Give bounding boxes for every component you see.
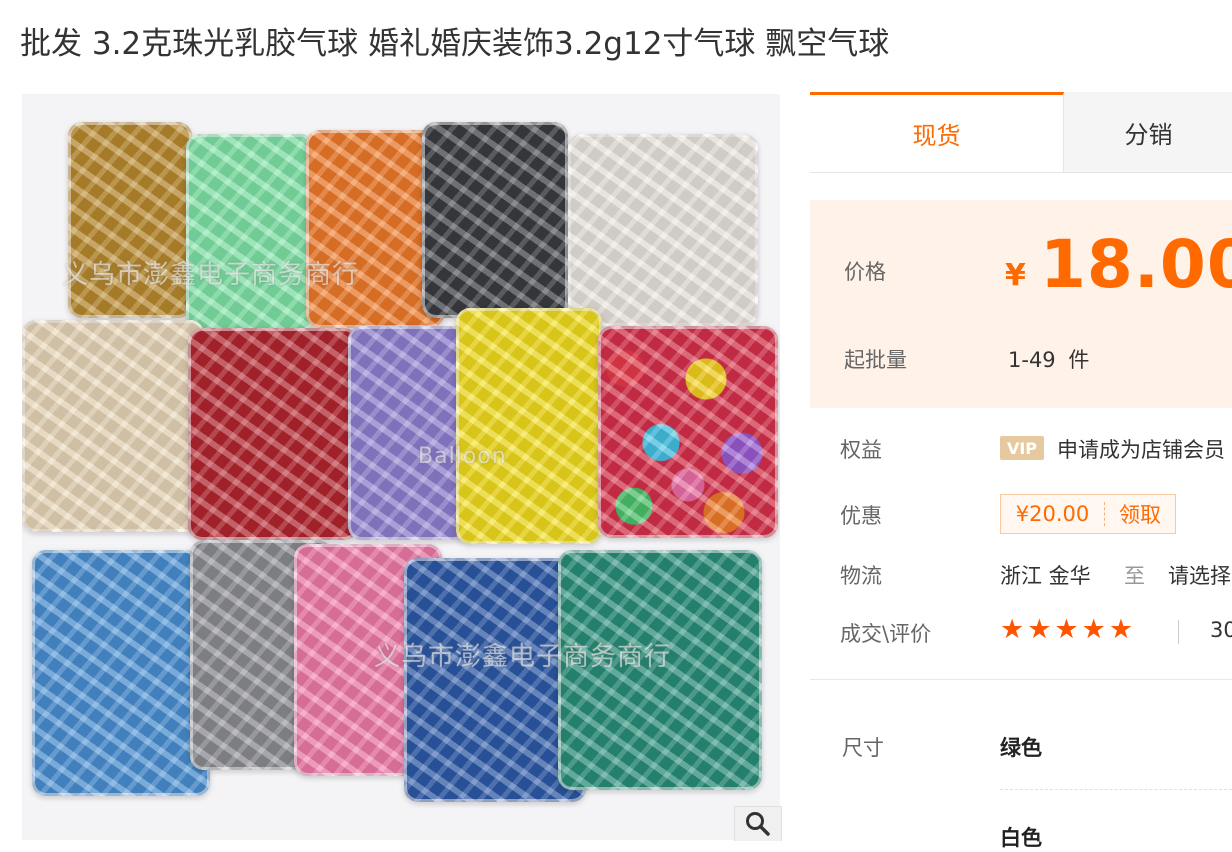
ship-from: 浙江 金华: [1000, 564, 1091, 588]
reviews-divider: [1178, 620, 1179, 644]
price-label: 价格: [844, 260, 886, 284]
become-member-link[interactable]: 申请成为店铺会员: [1057, 434, 1225, 464]
balloon-bag-ivory: [22, 320, 204, 532]
min-order-label: 起批量: [844, 348, 907, 372]
balloon-bag-yellow: [456, 308, 602, 544]
price-currency: ¥: [1005, 258, 1026, 293]
watermark-bottom: 义乌市澎鑫电子商务商行: [374, 642, 672, 672]
section-divider: [810, 679, 1232, 680]
ship-to-select[interactable]: 请选择: [1168, 560, 1231, 590]
watermark-top: 义乌市澎鑫电子商务商行: [62, 260, 360, 290]
tab-in-stock[interactable]: 现货: [810, 92, 1064, 172]
tab-distribution[interactable]: 分销: [1065, 92, 1232, 172]
coupon[interactable]: ¥20.00 领取: [1000, 494, 1176, 534]
sku-label: 尺寸: [842, 736, 884, 760]
vip-badge: VIP: [1000, 436, 1044, 460]
reviews-label: 成交\评价: [840, 622, 932, 646]
sku-divider: [1000, 789, 1232, 790]
reviews-count[interactable]: 30: [1210, 618, 1232, 642]
balloon-bag-blue: [32, 550, 210, 796]
min-order-unit: 件: [1068, 348, 1090, 372]
price-amount: 18.00: [1040, 226, 1232, 303]
magnifier-icon: [746, 812, 770, 836]
coupon-claim-button[interactable]: 领取: [1105, 499, 1175, 529]
purchase-mode-tabs: 现货 分销: [810, 92, 1232, 173]
zoom-button[interactable]: [734, 806, 782, 841]
ship-to-word: 至: [1124, 564, 1145, 588]
sku-option-white[interactable]: 白色: [1000, 822, 1042, 852]
product-title: 批发 3.2克珠光乳胶气球 婚礼婚庆装饰3.2g12寸气球 飘空气球: [20, 26, 890, 62]
coupon-amount: ¥20.00: [1001, 502, 1105, 526]
logistics-label: 物流: [840, 564, 882, 588]
min-order-value: 1-49 件: [1008, 344, 1089, 374]
discount-label: 优惠: [840, 504, 882, 528]
product-image[interactable]: 义乌市澎鑫电子商务商行 Balloon 义乌市澎鑫电子商务商行: [22, 94, 780, 840]
balloon-bag-mixed: [598, 326, 778, 538]
benefits-label: 权益: [840, 438, 882, 462]
watermark-mid: Balloon: [418, 444, 507, 469]
balloon-bag-red: [188, 328, 358, 540]
balloon-bag-pearl-white: [568, 134, 758, 326]
balloon-bag-mint: [186, 134, 314, 332]
balloon-bag-black: [422, 122, 568, 318]
min-order-range: 1-49: [1008, 348, 1056, 372]
sku-option-green[interactable]: 绿色: [1000, 732, 1042, 762]
rating-stars: ★★★★★: [1000, 614, 1137, 645]
